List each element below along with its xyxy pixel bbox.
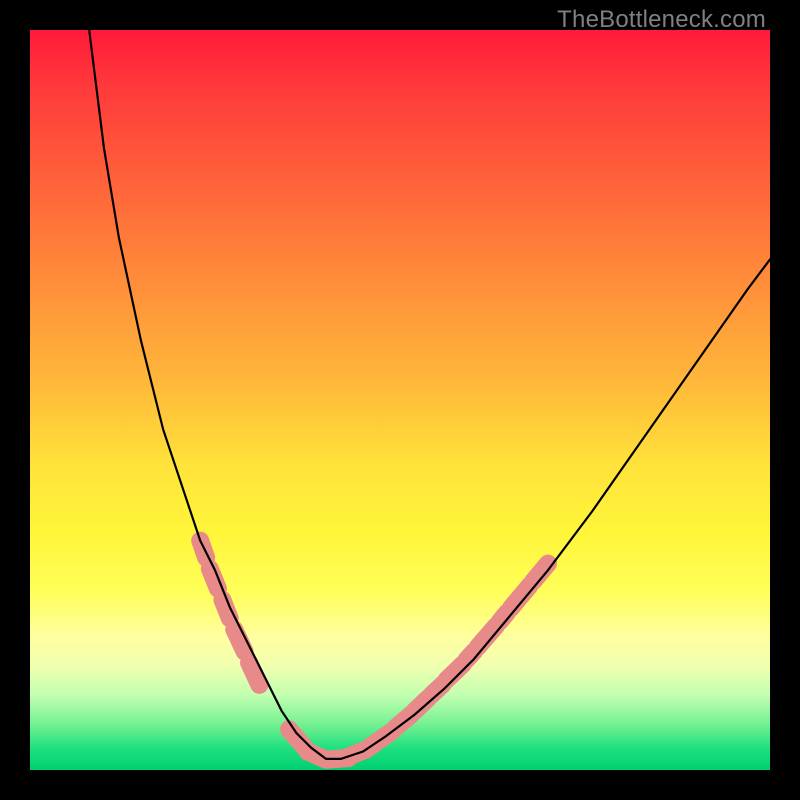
plot-area bbox=[30, 30, 770, 770]
chart-frame: TheBottleneck.com bbox=[0, 0, 800, 800]
main-curve bbox=[89, 30, 770, 759]
highlight-segment bbox=[249, 663, 259, 685]
curve-svg bbox=[30, 30, 770, 770]
